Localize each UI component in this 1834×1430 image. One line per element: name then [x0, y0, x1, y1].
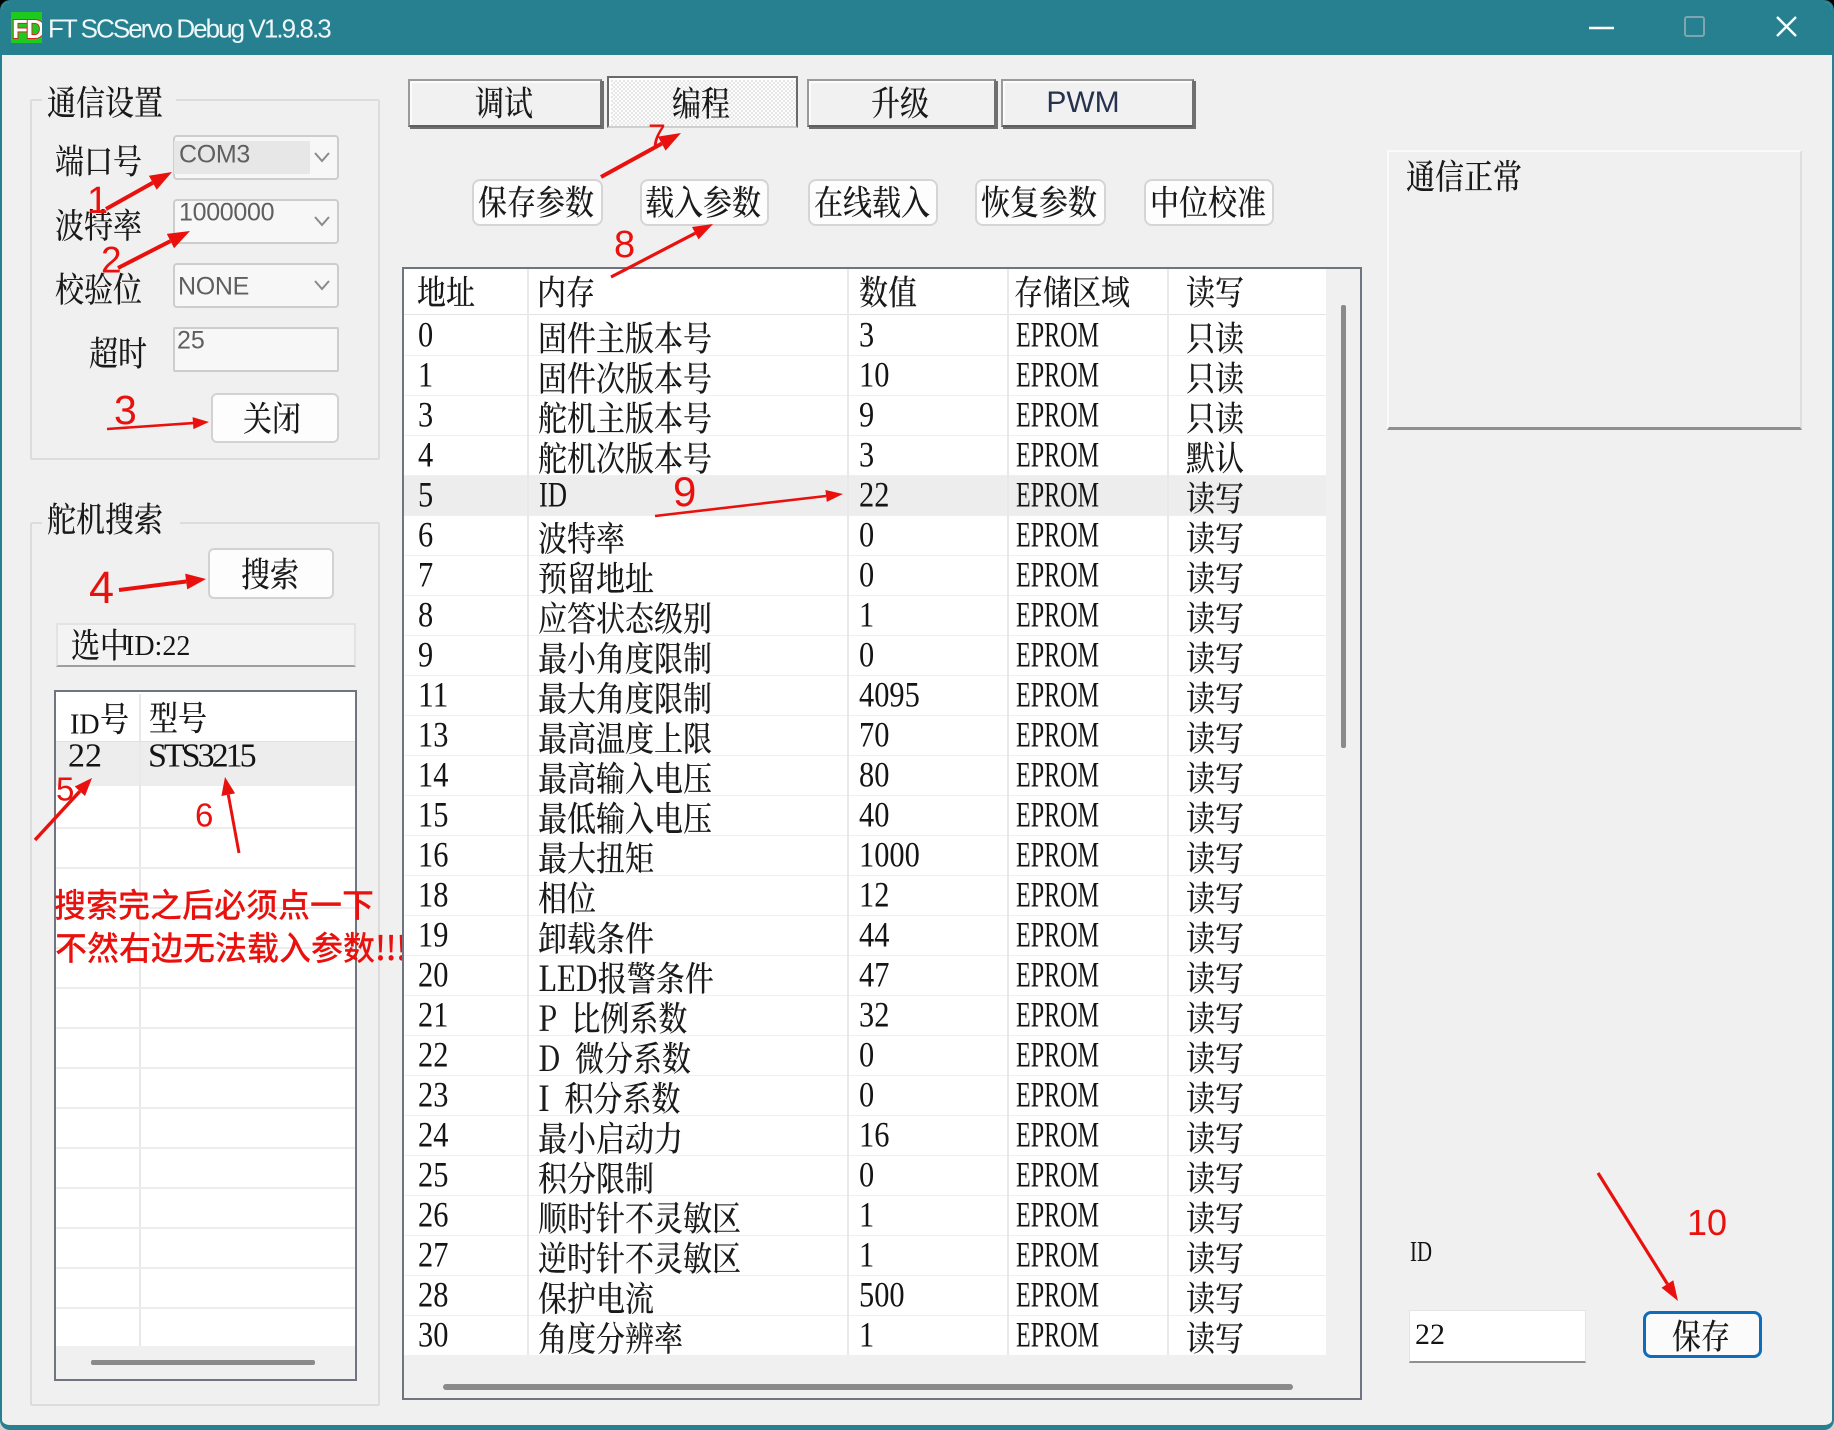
svg-text:22: 22 [859, 475, 889, 515]
svg-text:0: 0 [859, 515, 874, 555]
svg-text:EPROM: EPROM [1016, 835, 1099, 875]
svg-text:EPROM: EPROM [1016, 915, 1099, 955]
svg-text:9: 9 [859, 395, 874, 435]
svg-text:5: 5 [418, 475, 433, 515]
svg-text:EPROM: EPROM [1016, 1275, 1099, 1315]
svg-text:7: 7 [418, 555, 433, 595]
svg-text:4095: 4095 [859, 675, 920, 715]
svg-text:12: 12 [859, 875, 889, 915]
svg-text:EPROM: EPROM [1016, 355, 1099, 395]
svg-text:3: 3 [859, 315, 874, 355]
svg-text:20: 20 [418, 955, 448, 995]
svg-text:22: 22 [68, 738, 102, 775]
svg-text:4: 4 [89, 562, 114, 613]
svg-text:22: 22 [1415, 1318, 1445, 1351]
svg-text:32: 32 [859, 995, 889, 1035]
svg-text:EPROM: EPROM [1016, 955, 1099, 995]
svg-text:26: 26 [418, 1195, 448, 1235]
svg-text:10: 10 [859, 355, 889, 395]
svg-text:EPROM: EPROM [1016, 395, 1099, 435]
svg-text:EPROM: EPROM [1016, 515, 1099, 555]
svg-text:14: 14 [418, 755, 448, 795]
svg-text:47: 47 [859, 955, 889, 995]
svg-text:EPROM: EPROM [1016, 1115, 1099, 1155]
svg-text:6: 6 [418, 515, 433, 555]
svg-text:EPROM: EPROM [1016, 1315, 1099, 1355]
svg-text:EPROM: EPROM [1016, 315, 1099, 355]
svg-text:9: 9 [673, 468, 696, 515]
svg-text:EPROM: EPROM [1016, 595, 1099, 635]
svg-text:EPROM: EPROM [1016, 555, 1099, 595]
svg-text:70: 70 [859, 715, 889, 755]
svg-text:16: 16 [418, 835, 448, 875]
svg-text:8: 8 [614, 224, 635, 266]
svg-text:ID: ID [1410, 1236, 1432, 1268]
svg-text:EPROM: EPROM [1016, 475, 1099, 515]
svg-text:0: 0 [859, 1035, 874, 1075]
svg-text:15: 15 [418, 795, 448, 835]
svg-text:EPROM: EPROM [1016, 675, 1099, 715]
svg-text:0: 0 [418, 315, 433, 355]
svg-text:3: 3 [859, 435, 874, 475]
svg-text:EPROM: EPROM [1016, 755, 1099, 795]
svg-text:EPROM: EPROM [1016, 1035, 1099, 1075]
svg-text:27: 27 [418, 1235, 448, 1275]
svg-text:4: 4 [418, 435, 433, 475]
svg-text:44: 44 [859, 915, 889, 955]
svg-text:500: 500 [859, 1275, 905, 1315]
svg-text:25: 25 [418, 1155, 448, 1195]
svg-text:ID: ID [70, 710, 100, 741]
svg-text:10: 10 [1687, 1202, 1727, 1243]
svg-text:28: 28 [418, 1275, 448, 1315]
svg-text:1: 1 [859, 1195, 874, 1235]
svg-text:18: 18 [418, 875, 448, 915]
svg-text:23: 23 [418, 1075, 448, 1115]
svg-text:40: 40 [859, 795, 889, 835]
svg-text:22: 22 [418, 1035, 448, 1075]
svg-text:0: 0 [859, 635, 874, 675]
svg-text:NONE: NONE [178, 273, 249, 301]
svg-text:9: 9 [418, 635, 433, 675]
svg-text:EPROM: EPROM [1016, 435, 1099, 475]
svg-text:0: 0 [859, 1075, 874, 1115]
svg-text:16: 16 [859, 1115, 889, 1155]
svg-text:0: 0 [859, 1155, 874, 1195]
svg-text:30: 30 [418, 1315, 448, 1355]
svg-text:1: 1 [87, 180, 108, 222]
svg-text:1000000: 1000000 [179, 199, 274, 227]
svg-text:1: 1 [859, 1315, 874, 1355]
svg-text:1: 1 [859, 595, 874, 635]
svg-text:PWM: PWM [1046, 86, 1119, 119]
svg-text:13: 13 [418, 715, 448, 755]
svg-text:EPROM: EPROM [1016, 995, 1099, 1035]
svg-text:2: 2 [101, 240, 122, 281]
svg-text:STS3215: STS3215 [148, 738, 256, 775]
svg-text:1000: 1000 [859, 835, 920, 875]
svg-text:1: 1 [859, 1235, 874, 1275]
svg-text:21: 21 [418, 995, 448, 1035]
svg-text:COM3: COM3 [179, 141, 250, 169]
svg-text:EPROM: EPROM [1016, 875, 1099, 915]
svg-text:8: 8 [418, 595, 433, 635]
svg-text:EPROM: EPROM [1016, 1155, 1099, 1195]
svg-text:80: 80 [859, 755, 889, 795]
svg-text:24: 24 [418, 1115, 448, 1155]
svg-text:ID: ID [539, 475, 567, 515]
svg-text:FT SCServo Debug V1.9.8.3: FT SCServo Debug V1.9.8.3 [48, 13, 331, 43]
svg-text:EPROM: EPROM [1016, 1235, 1099, 1275]
svg-text:1: 1 [418, 355, 433, 395]
svg-text:EPROM: EPROM [1016, 715, 1099, 755]
svg-text:3: 3 [418, 395, 433, 435]
svg-text:11: 11 [418, 675, 448, 715]
svg-text:EPROM: EPROM [1016, 635, 1099, 675]
svg-text:ID:22: ID:22 [125, 631, 190, 662]
svg-text:0: 0 [859, 555, 874, 595]
svg-text:EPROM: EPROM [1016, 795, 1099, 835]
svg-text:6: 6 [195, 797, 213, 834]
svg-text:EPROM: EPROM [1016, 1075, 1099, 1115]
svg-text:EPROM: EPROM [1016, 1195, 1099, 1235]
svg-text:25: 25 [177, 327, 205, 355]
svg-text:19: 19 [418, 915, 448, 955]
